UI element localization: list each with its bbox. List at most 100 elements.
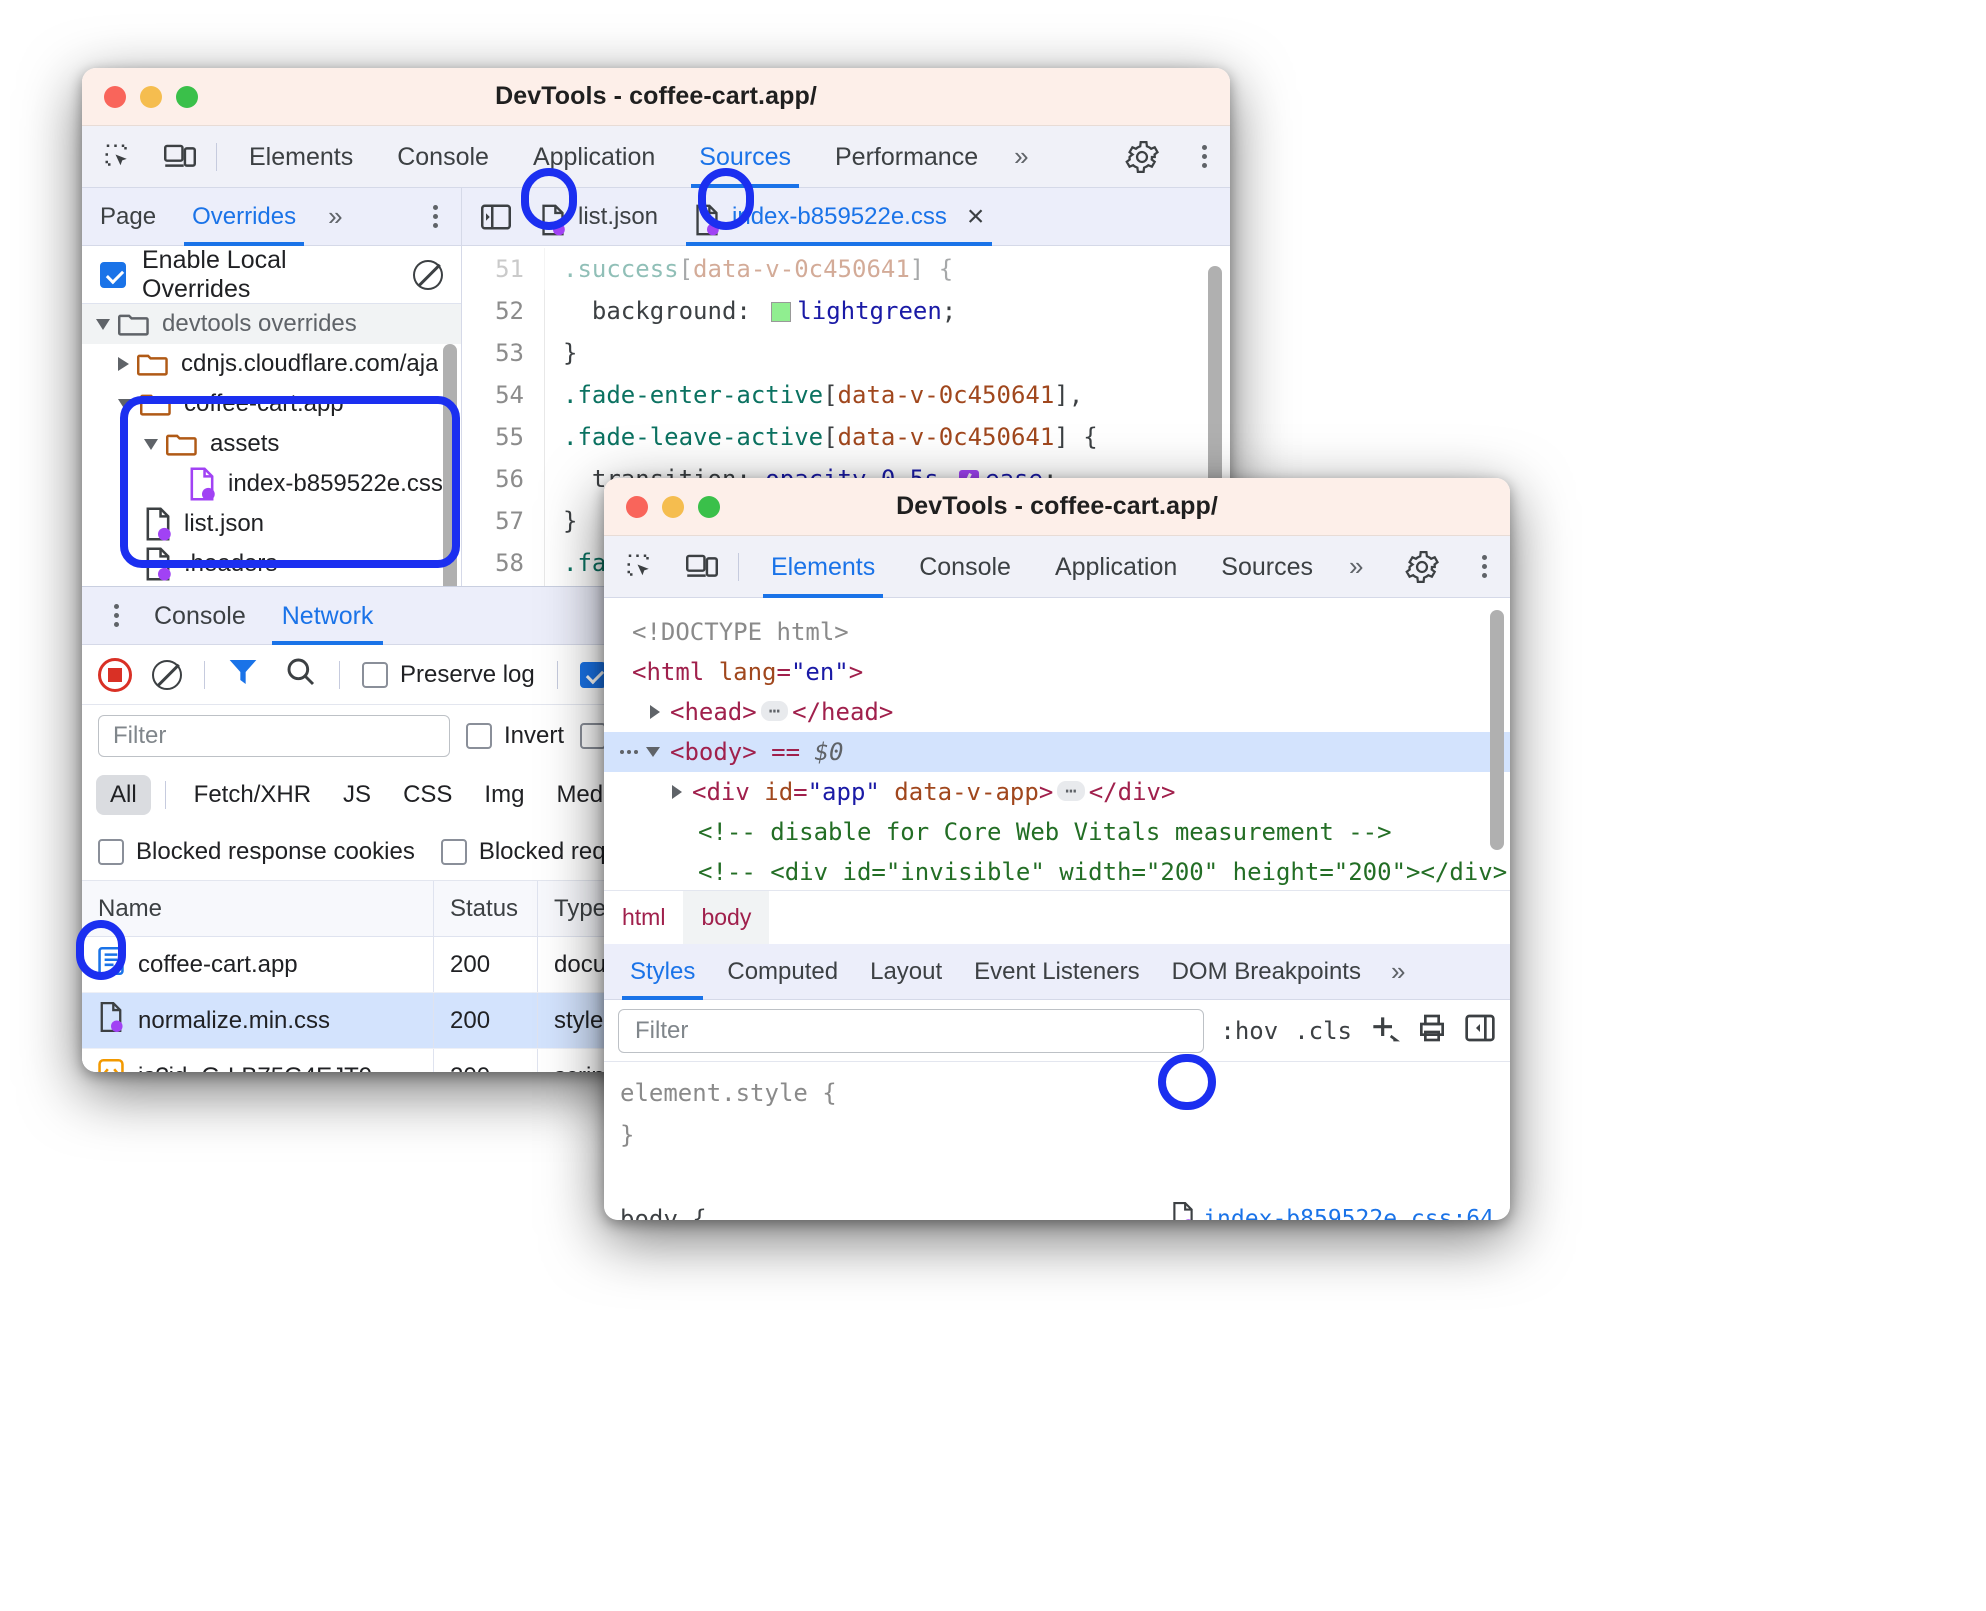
dom-node-doctype[interactable]: <!DOCTYPE html> [604,612,1510,652]
styles-tab-styles[interactable]: Styles [614,944,711,1000]
minimize-window-button[interactable] [662,495,684,518]
window1-traffic-lights[interactable] [104,85,198,108]
disable-cache-checkbox[interactable] [579,661,606,688]
node-badge-icon[interactable] [620,750,638,754]
element-classes-button[interactable]: .cls [1294,1017,1352,1045]
styles-rules-pane[interactable]: element.style { } body { index-b859522e.… [604,1062,1510,1220]
breadcrumb[interactable]: html body [604,890,1510,944]
blocked-response-cookies-checkbox[interactable] [98,838,124,865]
tree-folder-assets[interactable]: assets [82,424,461,464]
inspect-element-icon[interactable] [92,134,144,180]
close-icon[interactable]: × [967,188,985,246]
styles-filter-input[interactable]: Filter [618,1008,1205,1053]
sidebar-toggle-icon[interactable] [1464,1013,1496,1048]
invert-checkbox[interactable] [466,723,492,749]
print-icon[interactable] [1416,1013,1448,1048]
dom-node-body[interactable]: <body> == $0 [604,732,1510,772]
breadcrumb-item-html[interactable]: html [604,891,683,944]
column-header-name[interactable]: Name [82,881,434,936]
navigator-more-options-icon[interactable] [409,194,461,240]
more-tabs-chevron-icon[interactable]: » [1335,551,1377,582]
gear-icon[interactable] [1116,134,1168,180]
hide-checkbox[interactable] [580,723,607,749]
inspect-element-icon[interactable] [614,544,666,590]
tab-application[interactable]: Application [511,126,677,188]
column-header-status[interactable]: Status [434,881,538,936]
tab-application[interactable]: Application [1033,536,1199,598]
editor-tabbar[interactable]: list.json index-b859522e.css × [462,188,1230,246]
tab-performance[interactable]: Performance [813,126,1000,188]
dom-node-comment-1[interactable]: <!-- disable for Core Web Vitals measure… [604,812,1510,852]
tree-folder-coffee-cart-app[interactable]: coffee-cart.app [82,384,461,424]
more-options-icon[interactable] [1458,544,1510,590]
chevron-right-icon[interactable] [650,705,660,719]
nav-tab-overrides[interactable]: Overrides [174,188,314,246]
search-icon[interactable] [285,656,317,693]
maximize-window-button[interactable] [176,85,198,108]
preserve-log-row[interactable]: Preserve log [362,661,535,689]
tree-root-devtools-overrides[interactable]: devtools overrides [82,304,461,344]
tab-console[interactable]: Console [897,536,1033,598]
invert-row[interactable]: Invert [466,722,564,750]
dom-node-comment-2[interactable]: <!-- <div id="invisible" width="200" hei… [604,852,1510,890]
style-source-link[interactable]: index-b859522e.css:64 [1033,1176,1494,1220]
styles-toolbar[interactable]: Filter :hov .cls [604,1000,1510,1062]
styles-tab-dom-breakpoints[interactable]: DOM Breakpoints [1156,944,1377,1000]
dom-node-head[interactable]: <head> ⋯ </head> [604,692,1510,732]
dom-node-div-app[interactable]: <div id="app" data-v-app> ⋯ </div> [604,772,1510,812]
preserve-log-checkbox[interactable] [362,661,388,688]
type-filter-img[interactable]: Img [470,775,538,815]
maximize-window-button[interactable] [698,495,720,518]
gear-icon[interactable] [1396,544,1448,590]
type-filter-all[interactable]: All [96,775,151,815]
dom-node-html[interactable]: <html lang="en"> [604,652,1510,692]
window2-traffic-lights[interactable] [626,495,720,518]
window2-main-tabbar[interactable]: Elements Console Application Sources » [604,536,1510,598]
dom-tree-vertical-scrollbar[interactable] [1490,610,1504,850]
blocked-requests-checkbox[interactable] [440,838,467,865]
close-window-button[interactable] [626,495,648,518]
device-toolbar-icon[interactable] [154,134,206,180]
enable-local-overrides-checkbox[interactable] [100,261,126,288]
drawer-more-options-icon[interactable] [96,593,136,639]
enable-local-overrides-row[interactable]: Enable Local Overrides [82,246,461,304]
close-window-button[interactable] [104,85,126,108]
devtools-window-elements[interactable]: DevTools - coffee-cart.app/ Elements Con… [604,478,1510,1220]
blocked-response-cookies-row[interactable]: Blocked response cookies [98,838,415,866]
tab-elements[interactable]: Elements [749,536,897,598]
collapsed-children-icon[interactable]: ⋯ [760,701,789,721]
styles-tab-layout[interactable]: Layout [854,944,958,1000]
tree-folder-cdnjs[interactable]: cdnjs.cloudflare.com/aja [82,344,461,384]
tree-file-index-css[interactable]: index-b859522e.css [82,464,461,504]
nav-tab-page[interactable]: Page [82,188,174,246]
dom-tree[interactable]: <!DOCTYPE html> <html lang="en"> <head> ⋯… [604,598,1510,890]
device-toolbar-icon[interactable] [676,544,728,590]
css-rule-body[interactable]: body { index-b859522e.css:64 [604,1198,1510,1220]
nav-more-chevron-icon[interactable]: » [314,201,356,232]
type-filter-fetch-xhr[interactable]: Fetch/XHR [180,775,325,815]
minimize-window-button[interactable] [140,85,162,108]
breadcrumb-item-body[interactable]: body [683,891,770,944]
sidebar-toggle-icon[interactable] [470,194,522,240]
editor-tab-index-css[interactable]: index-b859522e.css × [676,188,1002,246]
tab-sources[interactable]: Sources [1199,536,1335,598]
navigator-tabbar[interactable]: Page Overrides » [82,188,461,246]
more-options-icon[interactable] [1178,134,1230,180]
chevron-right-icon[interactable] [672,785,682,799]
tab-elements[interactable]: Elements [227,126,375,188]
css-rule-element-style[interactable]: element.style { [604,1072,1510,1114]
tab-sources[interactable]: Sources [677,126,813,188]
record-stop-icon[interactable] [98,657,132,692]
drawer-tab-console[interactable]: Console [136,587,264,645]
collapsed-children-icon[interactable]: ⋯ [1057,781,1085,801]
plus-icon[interactable] [1368,1013,1400,1048]
styles-tabbar[interactable]: Styles Computed Layout Event Listeners D… [604,944,1510,1000]
tab-console[interactable]: Console [375,126,511,188]
editor-vertical-scrollbar[interactable] [1208,266,1222,486]
tree-file-list-json[interactable]: list.json [82,504,461,544]
window1-main-tabbar[interactable]: Elements Console Application Sources Per… [82,126,1230,188]
blocked-requests-row[interactable]: Blocked requ [440,838,619,866]
clear-overrides-icon[interactable] [413,259,443,290]
network-filter-input[interactable]: Filter [98,715,450,757]
drawer-tab-network[interactable]: Network [264,587,392,645]
